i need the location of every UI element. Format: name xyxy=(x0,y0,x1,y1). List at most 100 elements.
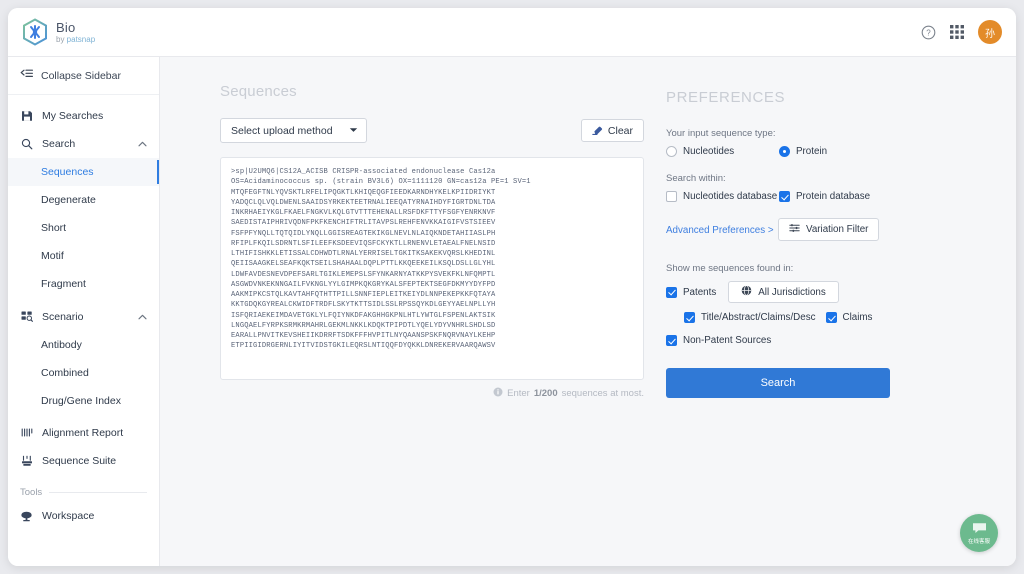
preferences-title: PREFERENCES xyxy=(666,89,786,106)
checkbox-protein-database[interactable]: Protein database xyxy=(779,191,870,202)
sidebar-subitem-label: Degenerate xyxy=(41,194,96,206)
sidebar-item-alignment-report[interactable]: Alignment Report xyxy=(8,419,159,447)
alignment-bars-icon xyxy=(20,427,33,439)
chat-widget-label: 在线客服 xyxy=(967,538,990,545)
chat-bubble-icon xyxy=(972,521,987,539)
hint-suffix: sequences at most. xyxy=(561,388,644,399)
patent-fields-row: Title/Abstract/Claims/Desc Claims xyxy=(684,312,916,323)
checkbox-non-patent-sources[interactable]: Non-Patent Sources xyxy=(666,335,916,346)
checkbox-label: Title/Abstract/Claims/Desc xyxy=(701,312,816,323)
checkbox-claims[interactable]: Claims xyxy=(825,312,873,323)
checkbox-nucleotides-database[interactable]: Nucleotides database xyxy=(666,191,779,202)
sidebar-subitem-label: Motif xyxy=(41,250,64,262)
radio-nucleotides[interactable]: Nucleotides xyxy=(666,146,779,157)
sidebar-section-tools: Tools xyxy=(8,475,159,502)
magnifier-icon xyxy=(20,138,33,150)
sidebar-item-scenario[interactable]: Scenario xyxy=(8,303,159,331)
grid-apps-icon[interactable] xyxy=(950,25,964,39)
patents-row: Patents All Jurisdictions xyxy=(666,281,916,303)
sidebar-item-sequence-suite[interactable]: Sequence Suite xyxy=(8,447,159,475)
checkbox-label: Claims xyxy=(842,312,873,323)
sidebar-item-label: Scenario xyxy=(42,311,84,323)
variation-filter-button[interactable]: Variation Filter xyxy=(778,218,880,241)
brand-title: Bio xyxy=(56,19,76,35)
advanced-preferences-link[interactable]: Advanced Preferences > xyxy=(666,225,774,236)
all-jurisdictions-button[interactable]: All Jurisdictions xyxy=(728,281,839,303)
collapse-sidebar-icon xyxy=(20,67,33,85)
sequence-count-hint: Enter 1/200 sequences at most. xyxy=(220,387,644,400)
sidebar-item-motif[interactable]: Motif xyxy=(8,242,159,270)
checkbox-label: Non-Patent Sources xyxy=(683,335,772,346)
collapse-sidebar-label: Collapse Sidebar xyxy=(41,69,121,82)
brand-company: patsnap xyxy=(66,34,96,44)
search-button[interactable]: Search xyxy=(666,368,890,398)
radio-indicator xyxy=(666,146,677,157)
chevron-down-icon xyxy=(349,127,358,135)
page-title: Sequences xyxy=(220,83,297,100)
suite-icon xyxy=(20,455,33,467)
avatar[interactable]: 孙 xyxy=(978,20,1002,44)
main-inner: Sequences Select upload method Clear >sp… xyxy=(160,83,1016,400)
sidebar-item-workspace[interactable]: Workspace xyxy=(8,502,159,530)
checkbox-patents[interactable]: Patents xyxy=(666,286,716,298)
database-checkbox-group: Nucleotides database Protein database xyxy=(666,191,916,202)
bio-hexagon-logo-icon xyxy=(22,17,48,47)
sidebar-item-combined[interactable]: Combined xyxy=(8,359,159,387)
sidebar-item-fragment[interactable]: Fragment xyxy=(8,270,159,298)
topbar-actions: ? 孙 xyxy=(921,20,1002,44)
checkbox-title-abstract-claims-desc[interactable]: Title/Abstract/Claims/Desc xyxy=(684,312,816,323)
found-in-label: Show me sequences found in: xyxy=(666,263,794,274)
sidebar-item-label: Alignment Report xyxy=(42,427,124,439)
radio-label: Protein xyxy=(796,146,828,157)
tools-divider xyxy=(49,492,147,493)
eraser-icon xyxy=(592,124,603,138)
app-window: Bio by patsnap ? 孙 Collapse Sidebar My S… xyxy=(8,8,1016,566)
sidebar-item-label: Workspace xyxy=(42,510,95,522)
body-wrap: Collapse Sidebar My Searches Search Sequ… xyxy=(8,57,1016,566)
brand-by: by xyxy=(56,34,67,44)
sidebar-subitem-label: Sequences xyxy=(41,166,94,178)
sidebar-item-label: Search xyxy=(42,138,76,150)
brand-text: Bio by patsnap xyxy=(56,21,95,44)
sidebar-item-drug-gene-index[interactable]: Drug/Gene Index xyxy=(8,387,159,415)
sidebar-subitem-label: Fragment xyxy=(41,278,86,290)
brand-logo[interactable]: Bio by patsnap xyxy=(22,17,95,47)
sidebar-subitem-label: Antibody xyxy=(41,339,82,351)
chevron-up-icon xyxy=(138,313,147,322)
radio-protein[interactable]: Protein xyxy=(779,146,827,157)
main-content: Sequences Select upload method Clear >sp… xyxy=(160,57,1016,566)
clear-button[interactable]: Clear xyxy=(580,119,644,142)
sidebar-item-label: My Searches xyxy=(42,110,104,122)
collapse-sidebar-button[interactable]: Collapse Sidebar xyxy=(8,57,159,95)
svg-text:?: ? xyxy=(926,28,931,37)
globe-icon xyxy=(741,285,752,299)
online-support-chat-button[interactable]: 在线客服 xyxy=(960,514,998,552)
sidebar-item-sequences[interactable]: Sequences xyxy=(8,158,159,186)
radio-indicator-selected xyxy=(779,146,790,157)
checkbox-indicator-checked xyxy=(779,191,790,202)
upload-method-select[interactable]: Select upload method xyxy=(220,118,367,143)
filter-lines-icon xyxy=(789,223,800,236)
radio-label: Nucleotides xyxy=(683,146,735,157)
all-jurisdictions-label: All Jurisdictions xyxy=(758,286,826,298)
grid-search-icon xyxy=(20,311,33,323)
sidebar-subitem-label: Short xyxy=(41,222,67,234)
hint-prefix: Enter xyxy=(507,388,530,399)
sidebar-item-degenerate[interactable]: Degenerate xyxy=(8,186,159,214)
sidebar: Collapse Sidebar My Searches Search Sequ… xyxy=(8,57,160,566)
sequence-toolbar: Select upload method Clear xyxy=(220,118,644,143)
sidebar-item-my-searches[interactable]: My Searches xyxy=(8,102,159,130)
tools-header-label: Tools xyxy=(20,487,43,498)
sidebar-item-short[interactable]: Short xyxy=(8,214,159,242)
checkbox-indicator xyxy=(666,191,677,202)
variation-filter-label: Variation Filter xyxy=(806,224,869,235)
sidebar-subitem-label: Combined xyxy=(41,367,89,379)
checkbox-indicator-checked xyxy=(825,312,837,323)
sidebar-item-search[interactable]: Search xyxy=(8,130,159,158)
checkbox-label: Nucleotides database xyxy=(683,191,778,202)
help-circle-icon[interactable]: ? xyxy=(921,25,936,40)
brand-subtitle: by patsnap xyxy=(56,34,96,44)
checkbox-indicator-checked xyxy=(666,286,677,298)
sidebar-item-antibody[interactable]: Antibody xyxy=(8,331,159,359)
sequence-textarea[interactable]: >sp|U2UMQ6|CS12A_ACISB CRISPR-associated… xyxy=(220,157,644,380)
